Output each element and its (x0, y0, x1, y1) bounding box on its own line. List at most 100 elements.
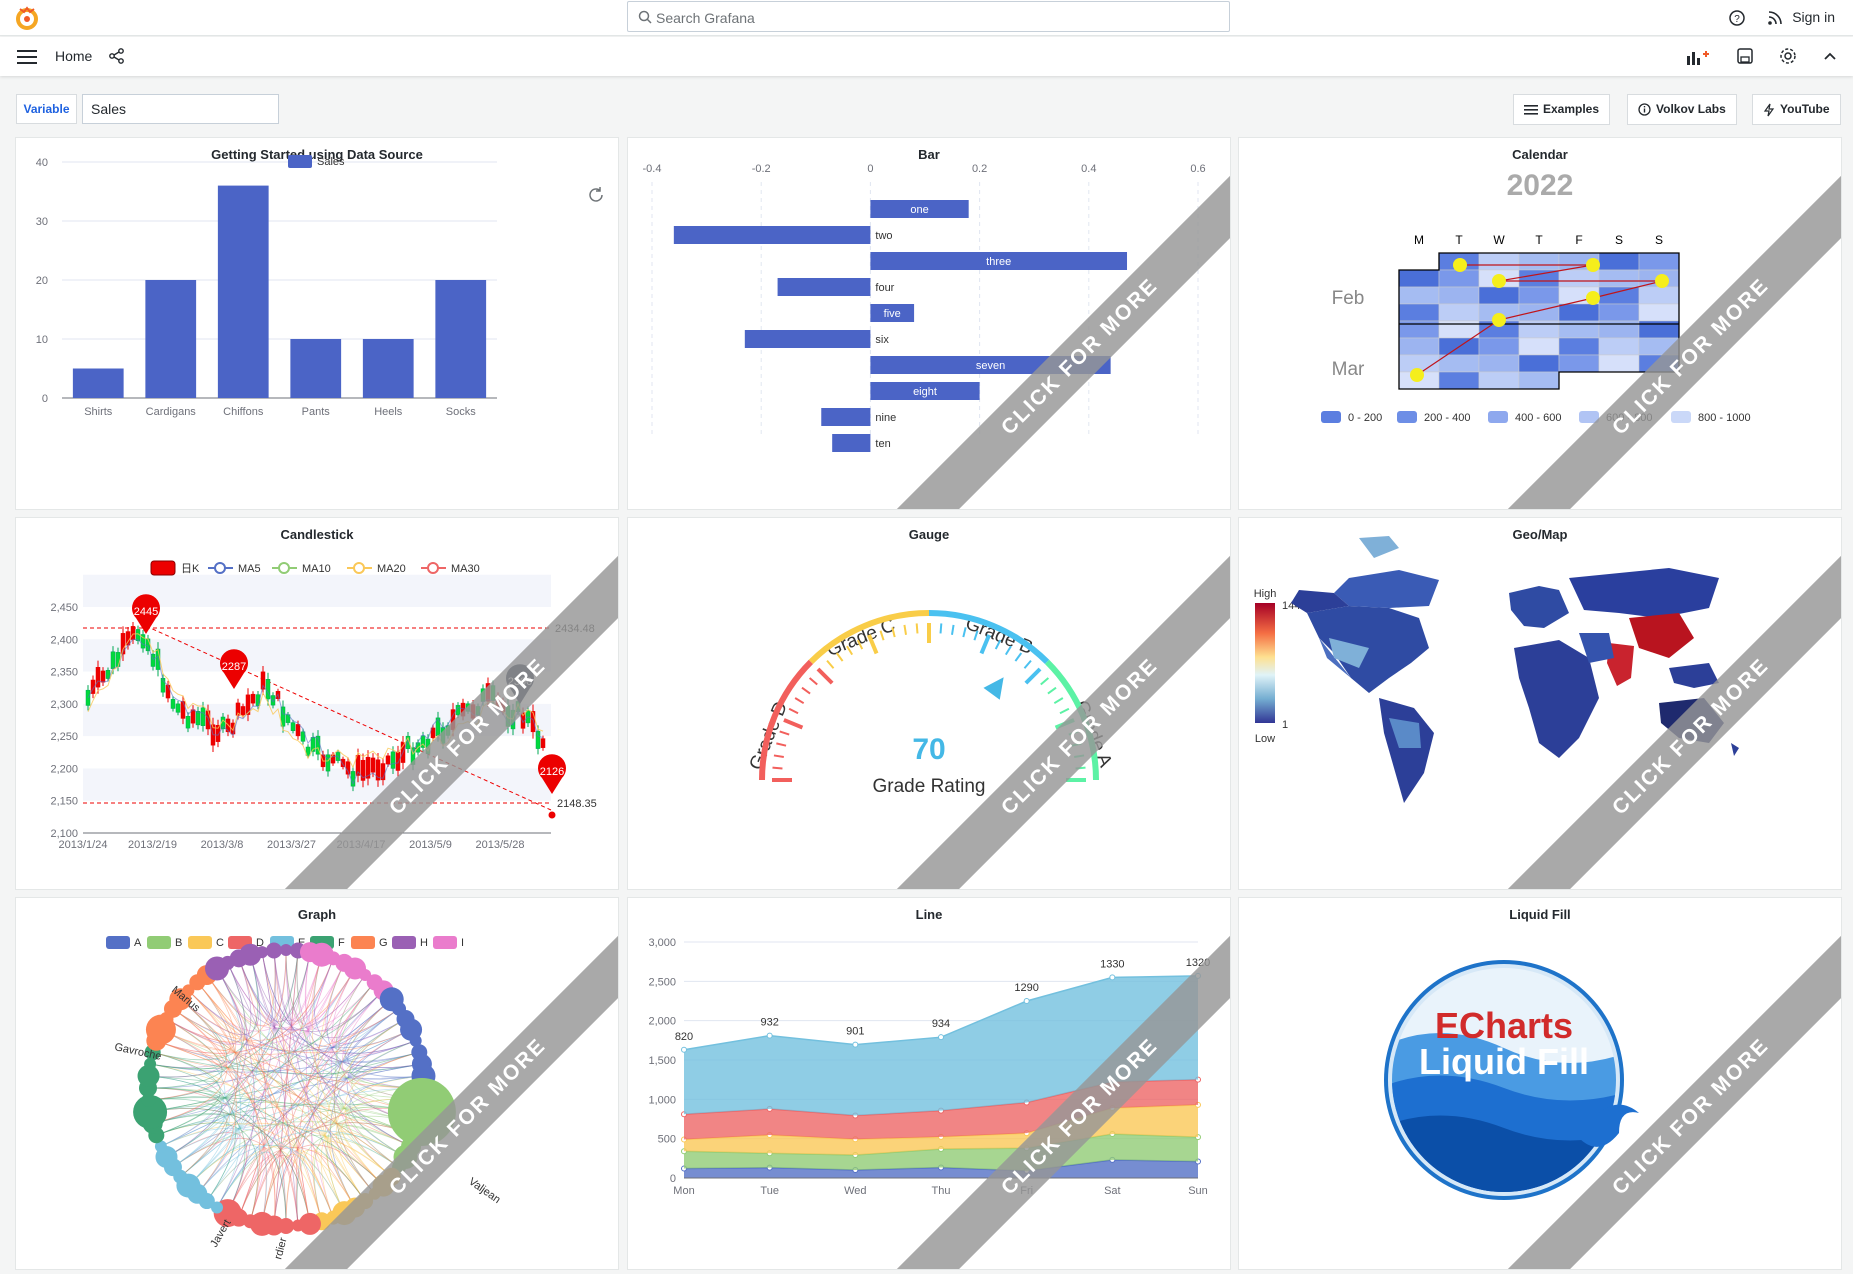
candle[interactable] (205, 710, 211, 730)
legend-swatch[interactable] (147, 936, 171, 949)
data-point[interactable] (1023, 998, 1030, 1004)
candle[interactable] (165, 684, 171, 699)
data-point[interactable] (938, 1034, 944, 1041)
refresh-icon[interactable] (587, 186, 605, 204)
panel-geo-map[interactable]: Geo/Map High 1448471 1 Low CLICK FOR (1238, 517, 1842, 890)
calendar-cell[interactable] (1478, 252, 1520, 271)
calendar-cell[interactable] (1438, 286, 1480, 305)
menu-icon[interactable] (17, 49, 37, 65)
candle[interactable] (530, 711, 536, 733)
calendar-cell[interactable] (1398, 303, 1440, 322)
calendar-cell[interactable] (1478, 371, 1520, 390)
candle[interactable] (100, 670, 106, 683)
panel-bar[interactable]: Bar -0.4 -0.2 0 0.2 0.4 0.6 one two three four fiv… (627, 137, 1231, 510)
graph-node[interactable] (265, 942, 282, 959)
data-point[interactable] (1109, 974, 1116, 981)
calendar-point[interactable] (1586, 258, 1600, 272)
volkov-labs-link[interactable]: Volkov Labs (1627, 94, 1737, 125)
legend-swatch[interactable] (351, 936, 375, 949)
calendar-cell[interactable] (1438, 303, 1480, 322)
calendar-cell[interactable] (1518, 354, 1560, 373)
calendar-cell[interactable] (1598, 303, 1640, 322)
calendar-cell[interactable] (1638, 303, 1680, 322)
help-icon[interactable]: ? (1727, 8, 1747, 28)
panel-gauge[interactable]: Gauge 70 Grade Rating Grade D Grade C Gr… (627, 517, 1231, 890)
calendar-cell[interactable] (1518, 286, 1560, 305)
legend-swatch[interactable] (1321, 411, 1341, 423)
bar-pants[interactable] (290, 339, 342, 398)
candle[interactable] (370, 757, 376, 773)
calendar-cell[interactable] (1598, 354, 1640, 373)
candle[interactable] (290, 722, 296, 731)
candle[interactable] (180, 701, 186, 719)
bar-nine[interactable] (821, 408, 871, 426)
bar-shirts[interactable] (72, 368, 124, 399)
calendar-cell[interactable] (1558, 269, 1600, 288)
calendar-point[interactable] (1410, 368, 1424, 382)
legend-swatch[interactable] (1671, 411, 1691, 423)
candle[interactable] (85, 689, 91, 706)
chevron-up-icon[interactable] (1822, 49, 1838, 63)
candle[interactable] (130, 626, 136, 640)
candle[interactable] (540, 738, 546, 748)
bar-cardigans[interactable] (145, 280, 197, 398)
calendar-cell[interactable] (1438, 269, 1480, 288)
calendar-cell[interactable] (1478, 286, 1520, 305)
legend-swatch[interactable] (433, 936, 457, 949)
grafana-logo-icon[interactable] (14, 5, 40, 31)
search-bar[interactable]: Search Grafana (627, 1, 1230, 32)
share-icon[interactable] (109, 48, 125, 64)
calendar-cell[interactable] (1638, 252, 1680, 271)
youtube-link[interactable]: YouTube (1752, 94, 1841, 125)
candle[interactable] (170, 699, 176, 709)
rss-icon[interactable] (1765, 8, 1785, 28)
bar-four[interactable] (777, 278, 871, 296)
calendar-cell[interactable] (1518, 371, 1560, 390)
legend-swatch[interactable] (106, 936, 130, 949)
data-point[interactable] (766, 1032, 773, 1039)
legend-swatch[interactable] (278, 562, 290, 574)
variable-input[interactable]: Sales (82, 94, 279, 124)
panel-graph[interactable]: Graph ABCDEFGHI Marius Gavroche Valjean … (15, 897, 619, 1270)
panel-liquid-fill[interactable]: Liquid Fill ECharts Liquid Fill CLICK FO… (1238, 897, 1842, 1270)
settings-gear-icon[interactable] (1779, 47, 1797, 65)
legend-swatch[interactable] (288, 155, 312, 168)
calendar-cell[interactable] (1558, 337, 1600, 356)
legend-swatch[interactable] (214, 562, 226, 574)
panel-line[interactable]: Line 0 500 1,000 1,500 2,000 2,500 3,000 Mon Tue… (627, 897, 1231, 1270)
calendar-cell[interactable] (1438, 354, 1480, 373)
candle[interactable] (200, 707, 206, 726)
add-panel-icon[interactable] (1686, 48, 1710, 66)
examples-link[interactable]: Examples (1513, 94, 1611, 125)
panel-candlestick[interactable]: Candlestick 2,100 2,150 2,200 2,250 2,300 2,3… (15, 517, 619, 890)
bar-six[interactable] (744, 330, 871, 348)
breadcrumb-home[interactable]: Home (55, 48, 92, 64)
calendar-cell[interactable] (1638, 286, 1680, 305)
bar-two[interactable] (673, 226, 871, 244)
gauge-pointer[interactable] (983, 677, 1004, 700)
legend-swatch[interactable] (392, 936, 416, 949)
calendar-point[interactable] (1655, 274, 1669, 288)
legend-swatch[interactable] (427, 562, 439, 574)
legend-swatch[interactable] (150, 560, 176, 576)
data-point[interactable] (681, 1046, 687, 1053)
calendar-cell[interactable] (1598, 252, 1640, 271)
legend-swatch[interactable] (1397, 411, 1417, 423)
bar-ten[interactable] (832, 434, 871, 452)
visual-map-gradient[interactable] (1255, 603, 1275, 723)
calendar-cell[interactable] (1598, 269, 1640, 288)
candle[interactable] (95, 667, 101, 688)
calendar-cell[interactable] (1438, 371, 1480, 390)
calendar-cell[interactable] (1478, 354, 1520, 373)
candle[interactable] (175, 703, 181, 713)
legend-swatch[interactable] (188, 936, 212, 949)
calendar-point[interactable] (1586, 291, 1600, 305)
candle[interactable] (390, 751, 396, 769)
save-icon[interactable] (1736, 47, 1754, 65)
legend-swatch[interactable] (1488, 411, 1508, 423)
calendar-cell[interactable] (1558, 303, 1600, 322)
candle[interactable] (250, 693, 256, 704)
calendar-cell[interactable] (1518, 337, 1560, 356)
candle[interactable] (295, 724, 301, 737)
panel-getting-started[interactable]: Getting Started using Data Source 0 10 20 3… (15, 137, 619, 510)
